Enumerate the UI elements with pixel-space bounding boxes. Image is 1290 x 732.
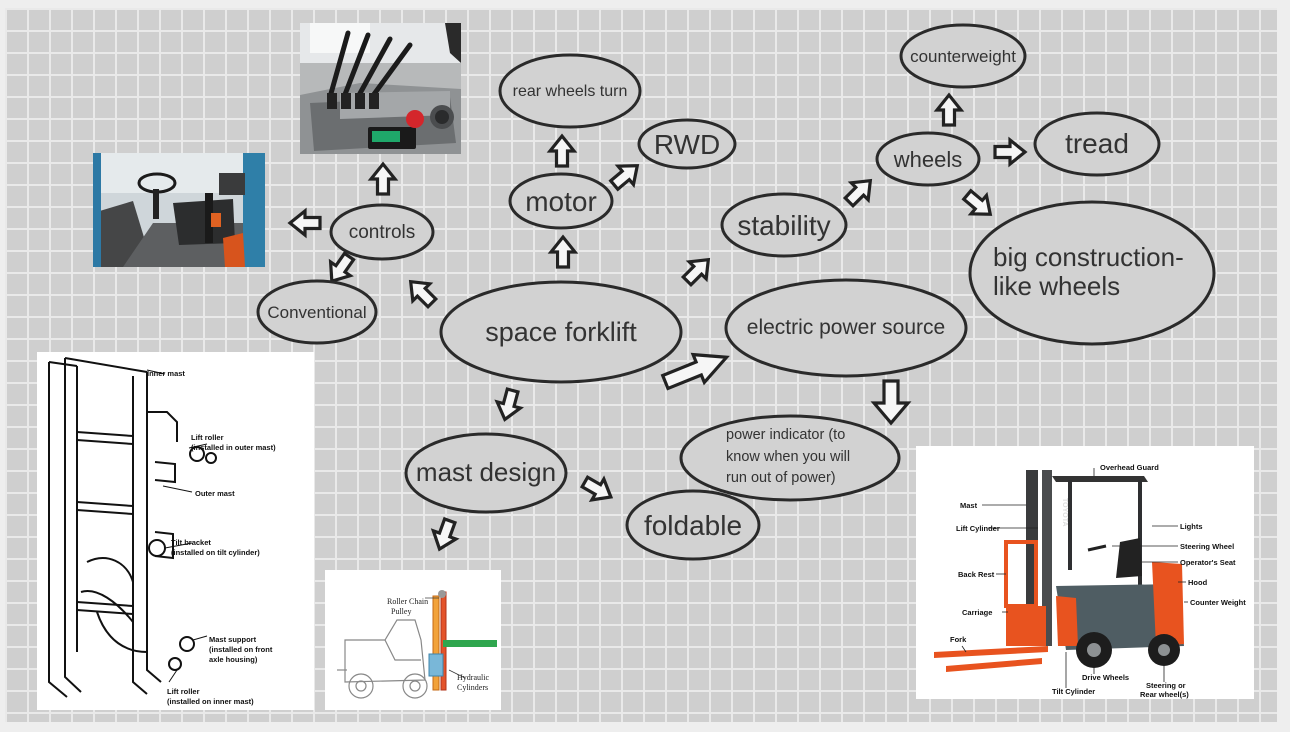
node-tread[interactable]: tread	[1035, 126, 1159, 162]
node-wheels[interactable]: wheels	[877, 146, 979, 174]
node-motor[interactable]: motor	[510, 184, 612, 220]
node-rwd[interactable]: RWD	[639, 128, 735, 162]
whiteboard-canvas[interactable]: Inner mast Lift roller (installed in out…	[5, 8, 1277, 722]
node-mast-design[interactable]: mast design	[406, 454, 566, 490]
node-counterweight[interactable]: counterweight	[901, 45, 1025, 69]
node-electric-power-source[interactable]: electric power source	[729, 314, 963, 342]
node-power-indicator[interactable]: power indicator (to know when you will r…	[726, 426, 874, 488]
node-stability[interactable]: stability	[722, 208, 846, 244]
node-rear-wheels-turn[interactable]: rear wheels turn	[500, 80, 640, 104]
node-conventional[interactable]: Conventional	[258, 301, 376, 325]
node-space-forklift[interactable]: space forklift	[441, 312, 681, 354]
node-controls[interactable]: controls	[331, 220, 433, 246]
node-big-construction-like-wheels[interactable]: big construction-like wheels	[993, 236, 1199, 308]
node-foldable[interactable]: foldable	[627, 508, 759, 544]
ovals-layer	[256, 23, 1216, 561]
